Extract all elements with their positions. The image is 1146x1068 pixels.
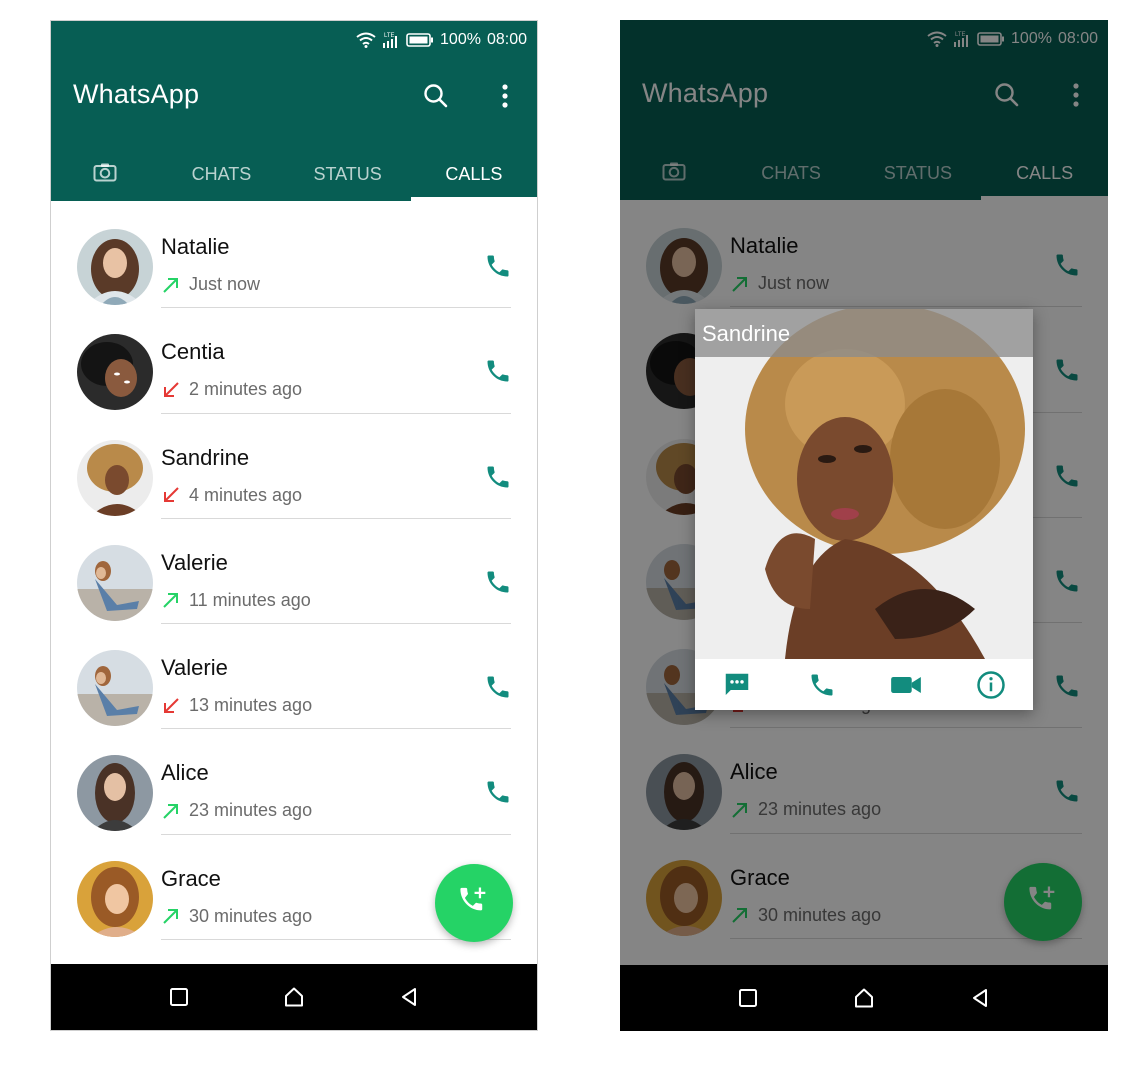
avatar[interactable] <box>77 860 153 937</box>
recents-icon[interactable] <box>728 978 768 1018</box>
calls-list: Natalie Just now Centia 2 minutes ago <box>51 201 537 941</box>
add-call-icon <box>457 884 491 923</box>
phone-icon[interactable] <box>802 665 842 705</box>
call-time: 23 minutes ago <box>189 800 313 821</box>
outgoing-call-arrow-icon <box>161 590 181 610</box>
info-icon[interactable] <box>971 665 1011 705</box>
system-nav-bar <box>51 964 537 1030</box>
camera-icon <box>93 162 117 187</box>
new-call-button[interactable] <box>435 864 513 942</box>
outgoing-call-arrow-icon <box>161 906 181 926</box>
signal-icon: LTE <box>382 31 400 49</box>
contact-name: Valerie <box>161 655 228 681</box>
call-meta: 4 minutes ago <box>161 485 302 506</box>
call-time: 4 minutes ago <box>189 484 303 505</box>
call-meta: Just now <box>161 274 260 295</box>
call-meta: 13 minutes ago <box>161 695 312 716</box>
call-time: Just now <box>189 274 261 294</box>
battery-icon <box>406 33 434 47</box>
contact-name: Valerie <box>161 549 228 575</box>
home-icon[interactable] <box>274 977 314 1017</box>
app-title: WhatsApp <box>73 79 200 109</box>
tab-chats[interactable]: CHATS <box>158 147 284 201</box>
back-icon[interactable] <box>389 977 429 1017</box>
divider <box>161 939 511 941</box>
video-call-icon[interactable] <box>886 665 926 705</box>
overflow-menu-icon[interactable] <box>495 81 515 111</box>
avatar[interactable] <box>77 439 153 516</box>
avatar[interactable] <box>77 544 153 621</box>
popup-name-bar: Sandrine <box>695 309 1033 357</box>
recents-icon[interactable] <box>159 977 199 1017</box>
tab-camera[interactable] <box>51 147 158 201</box>
avatar[interactable] <box>77 229 153 305</box>
missed-call-arrow-icon <box>161 696 181 716</box>
status-bar: LTE 100% 08:00 <box>356 29 527 51</box>
outgoing-call-arrow-icon <box>161 801 181 821</box>
popup-action-bar <box>695 659 1033 710</box>
wifi-icon <box>356 32 376 48</box>
phone-icon[interactable] <box>481 354 515 388</box>
contact-name: Natalie <box>161 234 230 259</box>
tab-bar: CHATS STATUS CALLS <box>51 147 537 201</box>
app-bar: LTE 100% 08:00 WhatsApp CHATS STATUS CAL… <box>51 21 537 201</box>
call-time: 2 minutes ago <box>189 379 303 400</box>
avatar[interactable] <box>77 755 153 832</box>
clock: 08:00 <box>486 31 527 48</box>
call-row[interactable]: Centia 2 minutes ago <box>51 306 537 414</box>
phone-screen-calls: LTE 100% 08:00 WhatsApp CHATS STATUS CAL… <box>50 20 538 1031</box>
home-icon[interactable] <box>844 978 884 1018</box>
phone-icon[interactable] <box>481 565 515 599</box>
outgoing-call-arrow-icon <box>161 275 181 295</box>
call-row[interactable]: Alice 23 minutes ago <box>51 727 537 835</box>
back-icon[interactable] <box>960 978 1000 1018</box>
contact-name: Grace <box>161 865 221 891</box>
call-meta: 2 minutes ago <box>161 379 302 400</box>
contact-name: Sandrine <box>161 444 250 470</box>
phone-screen-profile-popup: LTE 100% 08:00 WhatsApp CHATS STATUS CAL… <box>620 20 1108 1031</box>
contact-name: Centia <box>161 339 225 365</box>
phone-icon[interactable] <box>481 249 515 283</box>
contact-name: Alice <box>161 760 209 786</box>
profile-popup: Sandrine <box>695 309 1033 710</box>
call-row[interactable]: Valerie 11 minutes ago <box>51 517 537 625</box>
phone-icon[interactable] <box>481 460 515 494</box>
svg-text:LTE: LTE <box>384 33 395 39</box>
tab-calls[interactable]: CALLS <box>410 147 537 201</box>
call-row[interactable]: Sandrine 4 minutes ago <box>51 412 537 519</box>
call-time: 30 minutes ago <box>189 905 313 926</box>
message-icon[interactable] <box>717 665 757 705</box>
search-icon[interactable] <box>421 81 451 111</box>
call-meta: 11 minutes ago <box>161 590 311 611</box>
call-row[interactable]: Valerie 13 minutes ago <box>51 622 537 730</box>
call-time: 13 minutes ago <box>189 695 313 716</box>
system-nav-bar <box>620 965 1108 1031</box>
battery-level: 100% <box>440 31 481 48</box>
tab-status[interactable]: STATUS <box>285 147 411 201</box>
missed-call-arrow-icon <box>161 380 181 400</box>
missed-call-arrow-icon <box>161 485 181 505</box>
avatar[interactable] <box>77 650 153 727</box>
call-meta: 23 minutes ago <box>161 800 312 821</box>
call-row[interactable]: Natalie Just now <box>51 201 537 309</box>
phone-icon[interactable] <box>481 670 515 704</box>
profile-photo[interactable] <box>695 309 1033 659</box>
call-meta: 30 minutes ago <box>161 906 312 927</box>
avatar[interactable] <box>77 334 153 411</box>
popup-contact-name: Sandrine <box>702 321 791 346</box>
phone-icon[interactable] <box>481 775 515 809</box>
call-time: 11 minutes ago <box>189 589 311 610</box>
